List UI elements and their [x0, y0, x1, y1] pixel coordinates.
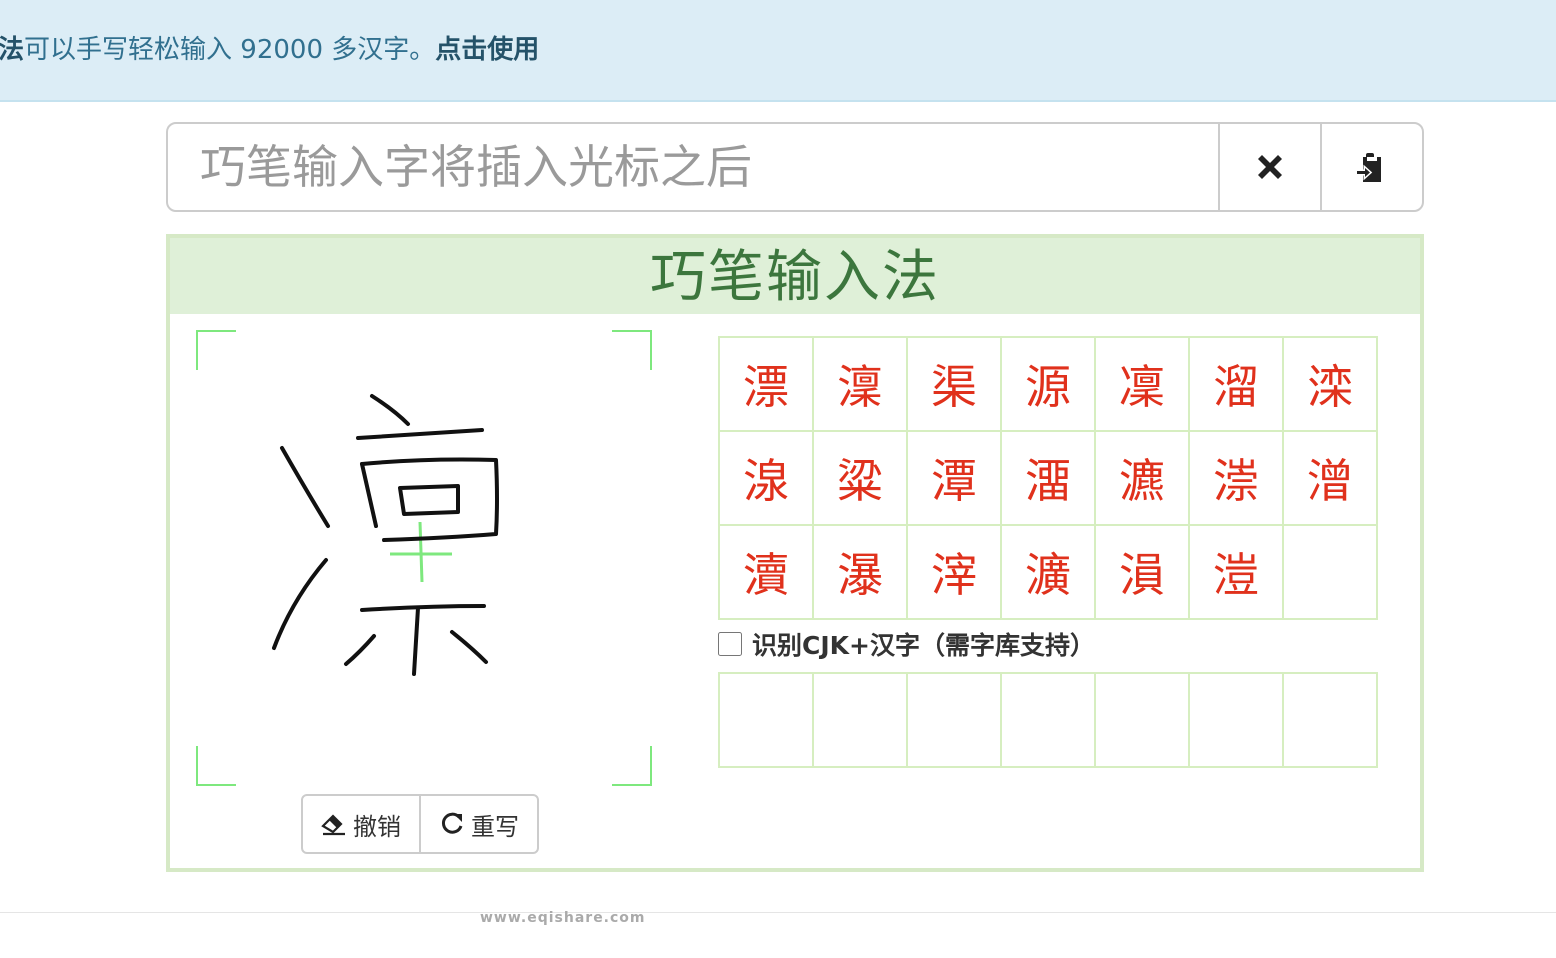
- clipboard-paste-icon: [1354, 153, 1381, 182]
- candidate-cell[interactable]: 湶: [720, 432, 814, 526]
- candidate-cell[interactable]: 潭: [908, 432, 1002, 526]
- candidate-cell[interactable]: 粱: [814, 432, 908, 526]
- handwriting-panel: 巧笔输入法 撤销 重写 漂 澟 渠 源 凜 溜 滦 湶 粱 潭 澑 瀌 漴 潧 …: [166, 234, 1424, 872]
- handwriting-text-input[interactable]: [168, 124, 1218, 210]
- extra-candidate-cell[interactable]: [814, 674, 908, 768]
- extra-candidate-cell[interactable]: [1096, 674, 1190, 768]
- extra-candidate-cell[interactable]: [908, 674, 1002, 768]
- candidate-cell[interactable]: 潧: [1284, 432, 1378, 526]
- extra-candidate-cell[interactable]: [1190, 674, 1284, 768]
- candidate-cell[interactable]: 瀌: [1096, 432, 1190, 526]
- undo-label: 撤销: [353, 812, 401, 841]
- candidate-cell[interactable]: 漴: [1190, 432, 1284, 526]
- candidate-cell[interactable]: 滦: [1284, 338, 1378, 432]
- canvas-actions: 撤销 重写: [301, 794, 539, 854]
- watermark: www.eqishare.com: [480, 910, 646, 926]
- extra-candidate-cell[interactable]: [1002, 674, 1096, 768]
- drawing-canvas[interactable]: [196, 330, 652, 786]
- candidate-cell[interactable]: 渠: [908, 338, 1002, 432]
- undo-button[interactable]: 撤销: [303, 796, 419, 852]
- cjk-option-label: 识别CJK+汉字（需字库支持）: [752, 631, 1095, 660]
- banner-text: 法可以手写轻松输入 92000 多汉字。点击使用: [0, 32, 539, 68]
- candidate-cell[interactable]: 源: [1002, 338, 1096, 432]
- eraser-icon: [321, 814, 345, 836]
- text-input-group: [166, 122, 1424, 212]
- footer-divider: [0, 912, 1556, 913]
- candidate-cell[interactable]: 澑: [1002, 432, 1096, 526]
- rewrite-button[interactable]: 重写: [419, 796, 537, 852]
- candidate-cell[interactable]: [1284, 526, 1378, 620]
- close-icon: [1258, 155, 1282, 179]
- candidate-cell[interactable]: 瀆: [720, 526, 814, 620]
- candidate-cell[interactable]: 澟: [814, 338, 908, 432]
- info-banner: 法可以手写轻松输入 92000 多汉字。点击使用: [0, 0, 1556, 102]
- rewrite-label: 重写: [471, 812, 519, 841]
- candidate-cell[interactable]: 溳: [1096, 526, 1190, 620]
- extra-candidate-cell[interactable]: [720, 674, 814, 768]
- extra-candidate-grid: [718, 672, 1378, 768]
- candidate-cell[interactable]: 凜: [1096, 338, 1190, 432]
- extra-candidate-cell[interactable]: [1284, 674, 1378, 768]
- candidate-cell[interactable]: 溜: [1190, 338, 1284, 432]
- refresh-icon: [441, 812, 463, 834]
- banner-lead: 法: [0, 35, 25, 65]
- candidate-cell[interactable]: 滓: [908, 526, 1002, 620]
- candidate-cell[interactable]: 瀑: [814, 526, 908, 620]
- banner-message: 可以手写轻松输入 92000 多汉字。: [24, 35, 436, 65]
- cjk-option[interactable]: 识别CJK+汉字（需字库支持）: [718, 626, 1095, 662]
- cjk-checkbox[interactable]: [718, 632, 742, 656]
- candidate-cell[interactable]: 漂: [720, 338, 814, 432]
- handwriting-strokes: [272, 394, 499, 676]
- panel-title: 巧笔输入法: [170, 238, 1420, 314]
- banner-use-link[interactable]: 点击使用: [435, 35, 539, 65]
- candidate-grid: 漂 澟 渠 源 凜 溜 滦 湶 粱 潭 澑 瀌 漴 潧 瀆 瀑 滓 瀇 溳 溰: [718, 336, 1378, 620]
- candidate-cell[interactable]: 瀇: [1002, 526, 1096, 620]
- candidate-cell[interactable]: 溰: [1190, 526, 1284, 620]
- paste-button[interactable]: [1320, 124, 1422, 210]
- clear-button[interactable]: [1218, 124, 1320, 210]
